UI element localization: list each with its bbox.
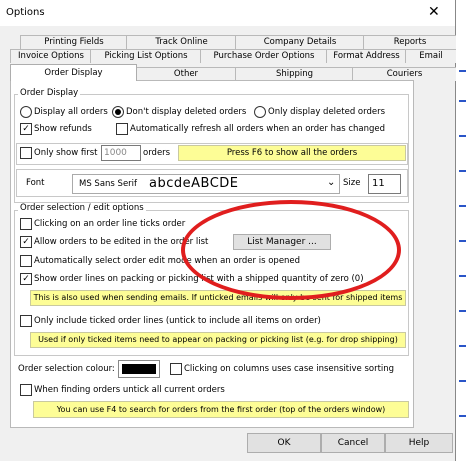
selection-colour-label: Order selection colour: xyxy=(18,364,115,374)
font-select[interactable]: MS Sans Serif abcdeABCDE ⌄ xyxy=(72,174,340,194)
show-lines-checkbox[interactable]: ✓ xyxy=(20,273,32,285)
font-preview: abcdeABCDE xyxy=(149,176,239,191)
only-show-first-input[interactable]: 1000 xyxy=(101,145,141,161)
tab-picking-list-options[interactable]: Picking List Options xyxy=(90,49,202,63)
font-name: MS Sans Serif xyxy=(79,179,138,189)
display-all-radio[interactable] xyxy=(20,106,32,118)
window-title: Options xyxy=(6,7,45,18)
tab-shipping[interactable]: Shipping xyxy=(235,67,354,81)
tab-purchase-order-options[interactable]: Purchase Order Options xyxy=(200,49,328,63)
order-display-legend: Order Display xyxy=(18,88,81,98)
background-window-edge xyxy=(456,0,468,461)
only-include-ticked-label: Only include ticked order lines (untick … xyxy=(34,316,321,326)
case-insensitive-label: Clicking on columns uses case insensitiv… xyxy=(184,364,395,374)
highlight-oval xyxy=(181,200,401,300)
ok-button[interactable]: OK xyxy=(247,433,321,453)
tab-printing-fields[interactable]: Printing Fields xyxy=(20,35,128,49)
untick-current-checkbox[interactable] xyxy=(20,384,32,396)
only-show-first-label: Only show first xyxy=(34,148,98,158)
selection-colour-swatch xyxy=(122,364,156,374)
tab-couriers[interactable]: Couriers xyxy=(352,67,457,81)
font-label: Font xyxy=(26,178,45,188)
only-show-first-checkbox[interactable] xyxy=(20,147,32,159)
show-refunds-checkbox[interactable]: ✓ xyxy=(20,123,32,135)
auto-refresh-checkbox[interactable] xyxy=(116,123,128,135)
display-all-label: Display all orders xyxy=(34,107,108,117)
options-window: Options ✕ Printing Fields Track Online C… xyxy=(0,0,457,461)
only-deleted-radio[interactable] xyxy=(254,106,266,118)
clicking-ticks-checkbox[interactable] xyxy=(20,218,32,230)
help-button[interactable]: Help xyxy=(385,433,453,453)
close-icon[interactable]: ✕ xyxy=(428,4,440,20)
title-bar: Options ✕ xyxy=(0,0,455,26)
tab-email[interactable]: Email xyxy=(405,49,457,63)
untick-current-label: When finding orders untick all current o… xyxy=(34,385,225,395)
cancel-button[interactable]: Cancel xyxy=(321,433,385,453)
dont-display-deleted-label: Don't display deleted orders xyxy=(126,107,247,117)
only-include-ticked-checkbox[interactable] xyxy=(20,315,32,327)
f4-hint: You can use F4 to search for orders from… xyxy=(33,401,409,418)
tab-track-online[interactable]: Track Online xyxy=(126,35,237,49)
auto-select-checkbox[interactable] xyxy=(20,255,32,267)
tab-order-display[interactable]: Order Display xyxy=(10,64,137,81)
case-insensitive-checkbox[interactable] xyxy=(170,363,182,375)
orders-label: orders xyxy=(143,148,171,158)
only-include-note: Used if only ticked items need to appear… xyxy=(30,332,406,348)
auto-refresh-label: Automatically refresh all orders when an… xyxy=(130,124,385,134)
size-input[interactable]: 11 xyxy=(368,174,401,194)
selection-colour-swatch-frame[interactable] xyxy=(118,360,160,378)
clicking-ticks-label: Clicking on an order line ticks order xyxy=(34,219,186,229)
chevron-down-icon: ⌄ xyxy=(327,177,336,188)
tab-format-address[interactable]: Format Address xyxy=(326,49,407,63)
show-lines-note: This is also used when sending emails. I… xyxy=(30,290,406,306)
show-refunds-label: Show refunds xyxy=(34,124,92,134)
dont-display-deleted-radio[interactable] xyxy=(112,106,124,118)
only-deleted-label: Only display deleted orders xyxy=(268,107,386,117)
tab-other[interactable]: Other xyxy=(135,67,237,81)
tab-invoice-options[interactable]: Invoice Options xyxy=(10,49,92,63)
tab-reports[interactable]: Reports xyxy=(363,35,457,49)
f6-hint: Press F6 to show all the orders xyxy=(178,145,406,161)
size-label: Size xyxy=(343,178,361,188)
tab-company-details[interactable]: Company Details xyxy=(235,35,365,49)
allow-edit-checkbox[interactable]: ✓ xyxy=(20,236,32,248)
order-selection-legend: Order selection / edit options xyxy=(18,203,146,213)
